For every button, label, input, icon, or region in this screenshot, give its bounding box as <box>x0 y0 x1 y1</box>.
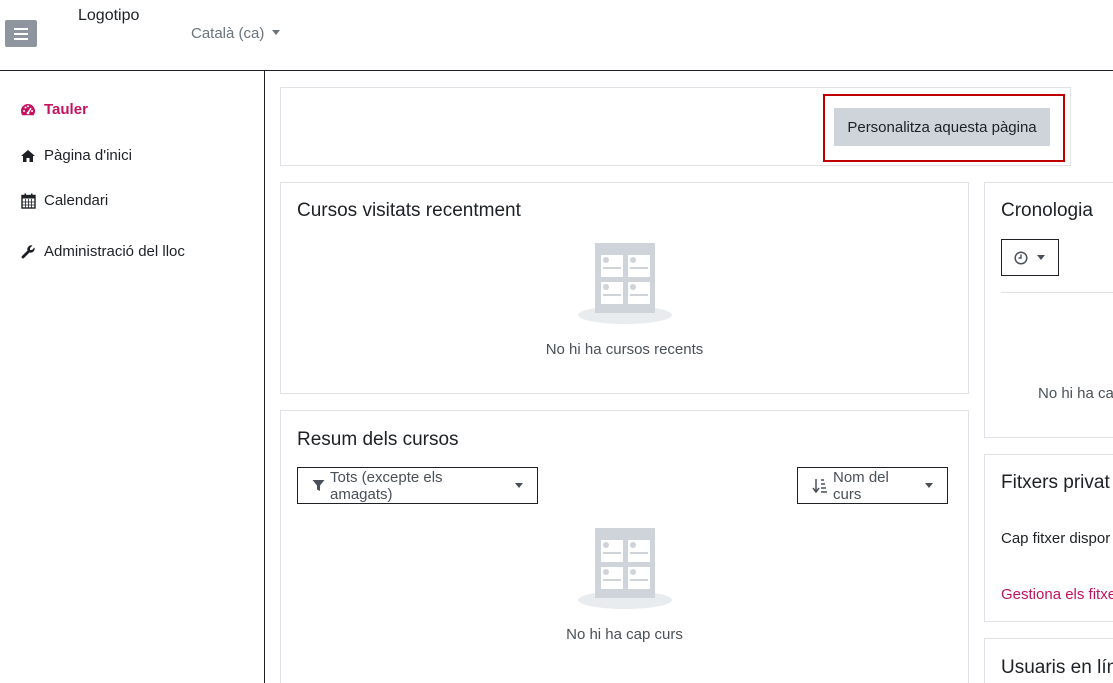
sort-label: Nom del curs <box>833 468 889 503</box>
sidebar-nav: Tauler Pàgina d'inici Calendari Administ… <box>0 71 265 683</box>
divider <box>1001 292 1113 293</box>
sidebar-item-label: Pàgina d'inici <box>44 147 132 164</box>
page-header-card: Personalitza aquesta pàgina <box>280 87 1071 166</box>
manage-files-link[interactable]: Gestiona els fitxe <box>1001 586 1113 603</box>
empty-message: No hi ha ca <box>1038 385 1113 402</box>
wrench-icon <box>20 244 36 260</box>
filter-icon <box>312 479 325 492</box>
chevron-down-icon <box>272 30 281 35</box>
empty-courses-illustration <box>578 243 672 324</box>
dashboard-icon <box>20 102 36 118</box>
language-label: Català (ca) <box>191 25 265 42</box>
filter-label: Tots (excepte els amagats) <box>330 468 443 503</box>
course-sort-dropdown[interactable]: Nom del curs <box>797 467 948 504</box>
empty-message: No hi ha cap curs <box>566 626 683 643</box>
top-navbar: Logotipo Català (ca) <box>0 0 1113 71</box>
sidebar-item-site-admin[interactable]: Administració del lloc <box>20 243 185 260</box>
customize-page-button[interactable]: Personalitza aquesta pàgina <box>834 108 1050 146</box>
menu-toggle-button[interactable] <box>5 20 37 47</box>
site-logo[interactable]: Logotipo <box>78 7 139 25</box>
sidebar-item-dashboard[interactable]: Tauler <box>20 101 88 118</box>
block-title: Cronologia <box>1001 200 1093 221</box>
timeline-filter-dropdown[interactable] <box>1001 239 1059 276</box>
private-files-block: Fitxers privat Cap fitxer dispor Gestion… <box>984 454 1113 622</box>
block-title: Usuaris en lín <box>1001 657 1113 678</box>
sidebar-item-label: Tauler <box>44 101 88 118</box>
sidebar-item-label: Calendari <box>44 192 109 209</box>
block-title: Resum dels cursos <box>297 429 459 450</box>
empty-message: No hi ha cursos recents <box>545 341 704 358</box>
recent-courses-block: Cursos visitats recentment No hi ha curs… <box>280 182 969 394</box>
clock-icon <box>1014 250 1028 265</box>
no-files-text: Cap fitxer dispor <box>1001 530 1111 547</box>
home-icon <box>20 148 36 164</box>
sort-alpha-icon <box>812 478 828 494</box>
course-filter-dropdown[interactable]: Tots (excepte els amagats) <box>297 467 538 504</box>
course-overview-block: Resum dels cursos Tots (excepte els amag… <box>280 410 969 683</box>
calendar-icon <box>20 193 36 209</box>
block-title: Fitxers privat <box>1001 472 1110 493</box>
sidebar-item-calendar[interactable]: Calendari <box>20 192 108 209</box>
chevron-down-icon <box>925 483 933 488</box>
online-users-block: Usuaris en lín <box>984 638 1113 683</box>
sidebar-item-label: Administració del lloc <box>44 243 185 260</box>
chevron-down-icon <box>1037 255 1045 260</box>
chevron-down-icon <box>515 483 523 488</box>
sidebar-item-home[interactable]: Pàgina d'inici <box>20 147 132 164</box>
timeline-block: Cronologia No hi ha ca <box>984 182 1113 438</box>
empty-courses-illustration <box>578 528 672 609</box>
language-selector[interactable]: Català (ca) <box>191 25 281 42</box>
block-title: Cursos visitats recentment <box>297 200 521 221</box>
